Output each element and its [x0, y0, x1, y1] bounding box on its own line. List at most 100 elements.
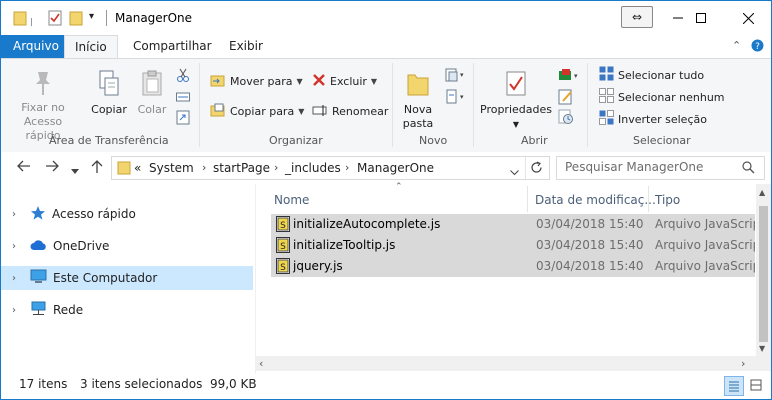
nav-item-este-computador[interactable]: › Este Computador [1, 266, 253, 290]
snap-assist-icon[interactable]: ⇔ [621, 6, 653, 28]
edit-icon[interactable] [558, 87, 578, 107]
qa-separator [31, 18, 32, 26]
properties-icon[interactable] [48, 10, 62, 26]
scroll-right-icon[interactable]: › [741, 357, 745, 370]
new-item-icon[interactable]: ▾ [445, 65, 471, 85]
ribbon-collapse-icon[interactable]: ⌃ [732, 39, 741, 52]
scroll-up-icon[interactable]: ▲ [759, 188, 765, 197]
table-row[interactable]: S initializeTooltip.js 03/04/2018 15:40 … [271, 235, 755, 256]
chevron-right-icon[interactable]: › [12, 273, 26, 284]
open-icon[interactable]: ▾ [558, 65, 586, 85]
group-separator [473, 63, 474, 147]
forward-arrow-icon[interactable] [45, 160, 59, 176]
copy-path-icon[interactable] [176, 87, 194, 107]
vertical-scrollbar[interactable]: ▲ ▼ [756, 184, 771, 356]
invert-selection-button[interactable]: Inverter seleção [599, 109, 707, 129]
chevron-right-icon[interactable]: › [274, 161, 278, 174]
column-header-name[interactable]: Nome [274, 188, 309, 212]
column-header-date[interactable]: Data de modificaç... [535, 188, 656, 212]
file-name: jquery.js [293, 259, 343, 273]
nav-item-rede[interactable]: › Rede [1, 298, 253, 322]
address-dropdown-icon[interactable] [510, 165, 519, 179]
pane-divider[interactable] [255, 184, 256, 374]
customize-qa-icon[interactable]: ▾ [89, 11, 94, 27]
select-all-button[interactable]: Selecionar tudo [599, 65, 704, 85]
rename-icon [312, 103, 332, 120]
group-separator [199, 63, 200, 147]
file-type: Arquivo JavaScript [655, 238, 755, 252]
file-list: ⌃ Nome Data de modificaç... Tipo S initi… [263, 182, 755, 369]
javascript-file-icon: S [276, 216, 290, 235]
move-to-label: Mover para [230, 74, 293, 88]
move-to-button[interactable]: Mover para ▼ [210, 71, 303, 91]
rename-label: Renomear [332, 104, 389, 118]
horizontal-scrollbar[interactable]: ‹ › [255, 356, 771, 371]
svg-text:S: S [280, 242, 286, 252]
column-divider[interactable] [527, 186, 528, 212]
chevron-right-icon[interactable]: › [345, 161, 349, 174]
group-label-new: Novo [419, 134, 448, 147]
search-icon[interactable] [742, 161, 755, 177]
select-none-button[interactable]: Selecionar nenhum [599, 87, 725, 107]
nav-item-onedrive[interactable]: › OneDrive [1, 234, 253, 258]
paste-button[interactable]: Colar [134, 69, 170, 117]
new-folder-icon[interactable] [69, 10, 83, 26]
chevron-down-icon: ▼ [512, 120, 520, 129]
select-none-label: Selecionar nenhum [618, 90, 725, 104]
pin-icon [32, 72, 54, 100]
close-button[interactable] [725, 1, 771, 35]
chevron-right-icon[interactable]: › [202, 161, 206, 174]
paste-shortcut-icon[interactable] [176, 107, 194, 127]
rename-button[interactable]: Renomear [312, 101, 388, 121]
properties-label: Propriedades [480, 103, 552, 116]
group-separator [392, 63, 393, 147]
tab-inicio[interactable]: Início [64, 35, 118, 60]
pin-quick-access-button[interactable]: Fixar no Acesso rápido [9, 69, 77, 143]
delete-button[interactable]: Excluir ▼ [312, 71, 377, 91]
tab-exibir[interactable]: Exibir [219, 35, 273, 58]
address-bar[interactable]: « System › startPage › _includes › Manag… [111, 156, 550, 180]
vertical-scroll-thumb[interactable] [759, 206, 768, 342]
scroll-left-icon[interactable]: ‹ [259, 357, 263, 370]
scroll-down-icon[interactable]: ▼ [759, 344, 765, 353]
move-to-icon [210, 73, 230, 90]
nav-item-acesso-rapido[interactable]: › Acesso rápido [1, 202, 253, 226]
item-count: 17 itens [19, 377, 68, 391]
table-row[interactable]: S initializeAutocomplete.js 03/04/2018 1… [271, 214, 755, 235]
breadcrumb-includes[interactable]: _includes [285, 161, 341, 175]
search-input[interactable] [565, 160, 735, 174]
table-row[interactable]: S jquery.js 03/04/2018 15:40 Arquivo Jav… [271, 256, 755, 277]
maximize-button[interactable] [678, 1, 724, 35]
chevron-right-icon[interactable]: › [12, 305, 26, 316]
recent-locations-icon[interactable] [71, 163, 79, 179]
breadcrumb-managerone[interactable]: ManagerOne [357, 161, 434, 175]
properties-button[interactable]: Propriedades ▼ [479, 69, 553, 132]
file-date: 03/04/2018 15:40 [536, 217, 644, 231]
copy-to-button[interactable]: Copiar para ▼ [210, 101, 304, 121]
column-divider[interactable] [648, 186, 649, 212]
up-arrow-icon[interactable] [91, 160, 103, 178]
breadcrumb-overflow[interactable]: « [134, 161, 141, 175]
refresh-icon[interactable] [530, 161, 543, 177]
easy-access-icon[interactable]: ▾ [445, 87, 471, 107]
tab-compartilhar[interactable]: Compartilhar [123, 35, 222, 58]
breadcrumb-startpage[interactable]: startPage [213, 161, 270, 175]
help-icon[interactable]: ? [751, 39, 764, 55]
details-view-icon[interactable] [724, 376, 744, 396]
large-icons-view-icon[interactable] [747, 376, 765, 394]
cut-icon[interactable] [176, 65, 194, 85]
new-folder-button[interactable]: Nova pasta [398, 69, 438, 131]
search-box[interactable] [556, 156, 765, 180]
chevron-right-icon[interactable]: › [12, 209, 26, 220]
chevron-right-icon[interactable]: › [12, 241, 26, 252]
group-label-select: Selecionar [633, 134, 691, 147]
file-name: initializeAutocomplete.js [293, 217, 441, 231]
copy-button[interactable]: Copiar [89, 69, 129, 117]
breadcrumb-system[interactable]: System [149, 161, 194, 175]
column-header-type[interactable]: Tipo [655, 188, 680, 212]
tab-arquivo[interactable]: Arquivo [1, 35, 71, 58]
file-type: Arquivo JavaScript [655, 259, 755, 273]
history-icon[interactable] [558, 107, 578, 127]
folder-icon [117, 160, 131, 178]
back-arrow-icon[interactable] [17, 160, 31, 176]
